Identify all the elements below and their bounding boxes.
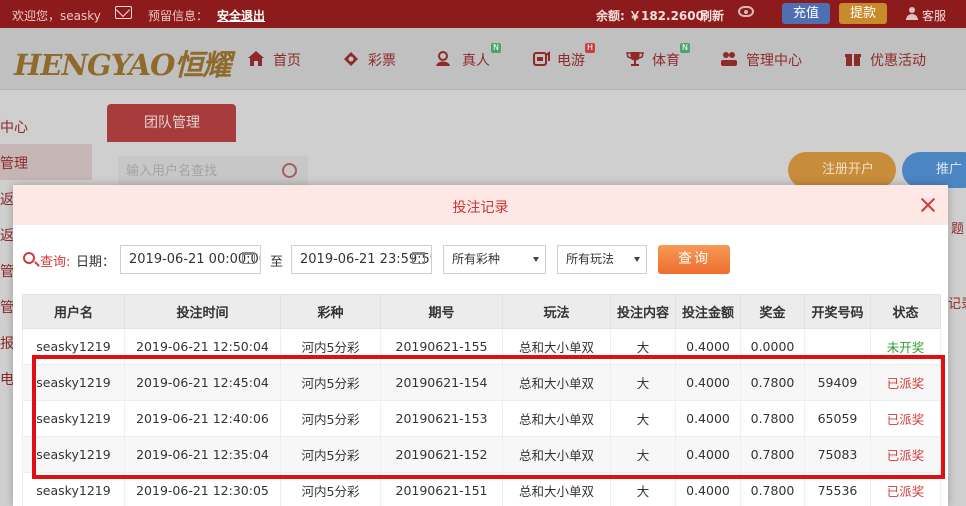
slot-icon (533, 51, 550, 66)
column-header: 玩法 (502, 294, 611, 329)
chevron-down-icon (533, 257, 539, 262)
play-type-value: 所有玩法 (566, 252, 615, 266)
highlight-box (32, 355, 945, 479)
lottery-icon (344, 52, 358, 66)
column-header: 投注内容 (610, 294, 676, 329)
chevron-down-icon (634, 257, 640, 262)
calendar-icon[interactable] (412, 252, 425, 264)
start-date-input[interactable]: 2019-06-21 00:00:00 (120, 245, 261, 274)
sidebar-item[interactable]: 电 (0, 369, 14, 389)
trophy-icon (626, 52, 644, 66)
register-account-button[interactable]: 注册开户 (788, 152, 896, 188)
nav-management[interactable]: 管理中心 (746, 50, 802, 70)
sidebar-item[interactable]: 管 (0, 297, 14, 317)
background-text-fragment: 题 (951, 222, 965, 237)
live-icon (436, 51, 450, 66)
date-label: 日期： (76, 255, 116, 270)
search-icon[interactable] (282, 163, 297, 178)
nav-bar: HENGYAO恒耀 首页 彩票 真人 N 电游 H 体育 N 管理中心 优惠活动 (0, 28, 966, 90)
gift-icon (845, 54, 861, 66)
search-icon (23, 252, 35, 264)
date-to-label: 至 (270, 255, 284, 270)
column-header: 投注金额 (675, 294, 741, 329)
sidebar-item[interactable]: 返 (0, 225, 14, 245)
nav-sports[interactable]: 体育 (652, 50, 680, 70)
lottery-type-value: 所有彩种 (452, 252, 501, 266)
sidebar-item[interactable]: 报 (0, 333, 14, 353)
sidebar-item[interactable]: 返 (0, 189, 14, 209)
welcome-text: 欢迎您，seasky (12, 9, 101, 23)
column-header: 期号 (380, 294, 503, 329)
modal-header: 投注记录 (13, 185, 948, 225)
warning-label: 预留信息： (148, 9, 209, 23)
promote-button[interactable]: 推广 (902, 152, 966, 188)
play-type-select[interactable]: 所有玩法 (557, 245, 647, 274)
end-date-input[interactable]: 2019-06-21 23:59:59 (291, 245, 432, 274)
sidebar-item[interactable]: 管理 (0, 153, 28, 173)
query-label: 查询: (40, 255, 71, 270)
column-header: 状态 (870, 294, 941, 329)
search-input[interactable]: 输入用户名查找 (118, 156, 308, 188)
sidebar-item[interactable]: 中心 (0, 117, 28, 137)
nav-live[interactable]: 真人 (462, 50, 490, 70)
hot-badge: H (585, 43, 595, 53)
balance-text: 余额: ￥182.2600 (596, 9, 704, 23)
recharge-button[interactable]: 充值 (782, 3, 830, 24)
sidebar-item[interactable]: 管 (0, 261, 14, 281)
brand-logo[interactable]: HENGYAO恒耀 (14, 42, 231, 84)
column-header: 开奖号码 (804, 294, 871, 329)
refresh-link[interactable]: 刷新 (700, 7, 724, 24)
service-link[interactable]: 客服 (922, 7, 946, 24)
top-bar: 欢迎您，seasky 预留信息： 安全退出 余额: ￥182.2600 刷新 充… (0, 0, 966, 28)
column-header: 彩种 (280, 294, 381, 329)
calendar-icon[interactable] (242, 252, 255, 264)
withdraw-button[interactable]: 提款 (839, 3, 887, 24)
new-badge: N (491, 43, 501, 53)
column-header: 奖金 (740, 294, 805, 329)
home-icon (248, 51, 264, 66)
nav-slots[interactable]: 电游 (557, 50, 585, 70)
logout-link[interactable]: 安全退出 (217, 7, 265, 24)
lottery-type-select[interactable]: 所有彩种 (443, 245, 546, 274)
nav-lottery[interactable]: 彩票 (368, 50, 396, 70)
eye-icon[interactable] (738, 6, 754, 17)
users-icon (721, 52, 737, 66)
query-button[interactable]: 查询 (658, 245, 730, 274)
tab-team-management[interactable]: 团队管理 (107, 104, 236, 142)
user-icon (906, 7, 918, 20)
column-header: 用户名 (22, 294, 125, 329)
nav-promotions[interactable]: 优惠活动 (870, 50, 926, 70)
close-icon[interactable] (920, 197, 936, 213)
column-header: 投注时间 (124, 294, 281, 329)
nav-home[interactable]: 首页 (273, 50, 301, 70)
table-header-row: 用户名 投注时间 彩种 期号 玩法 投注内容 投注金额 奖金 开奖号码 状态 (22, 294, 941, 329)
modal-title: 投注记录 (452, 200, 509, 216)
new-badge: N (680, 43, 690, 53)
mail-icon[interactable] (115, 6, 132, 19)
background-text-fragment: 记录 (948, 297, 966, 312)
